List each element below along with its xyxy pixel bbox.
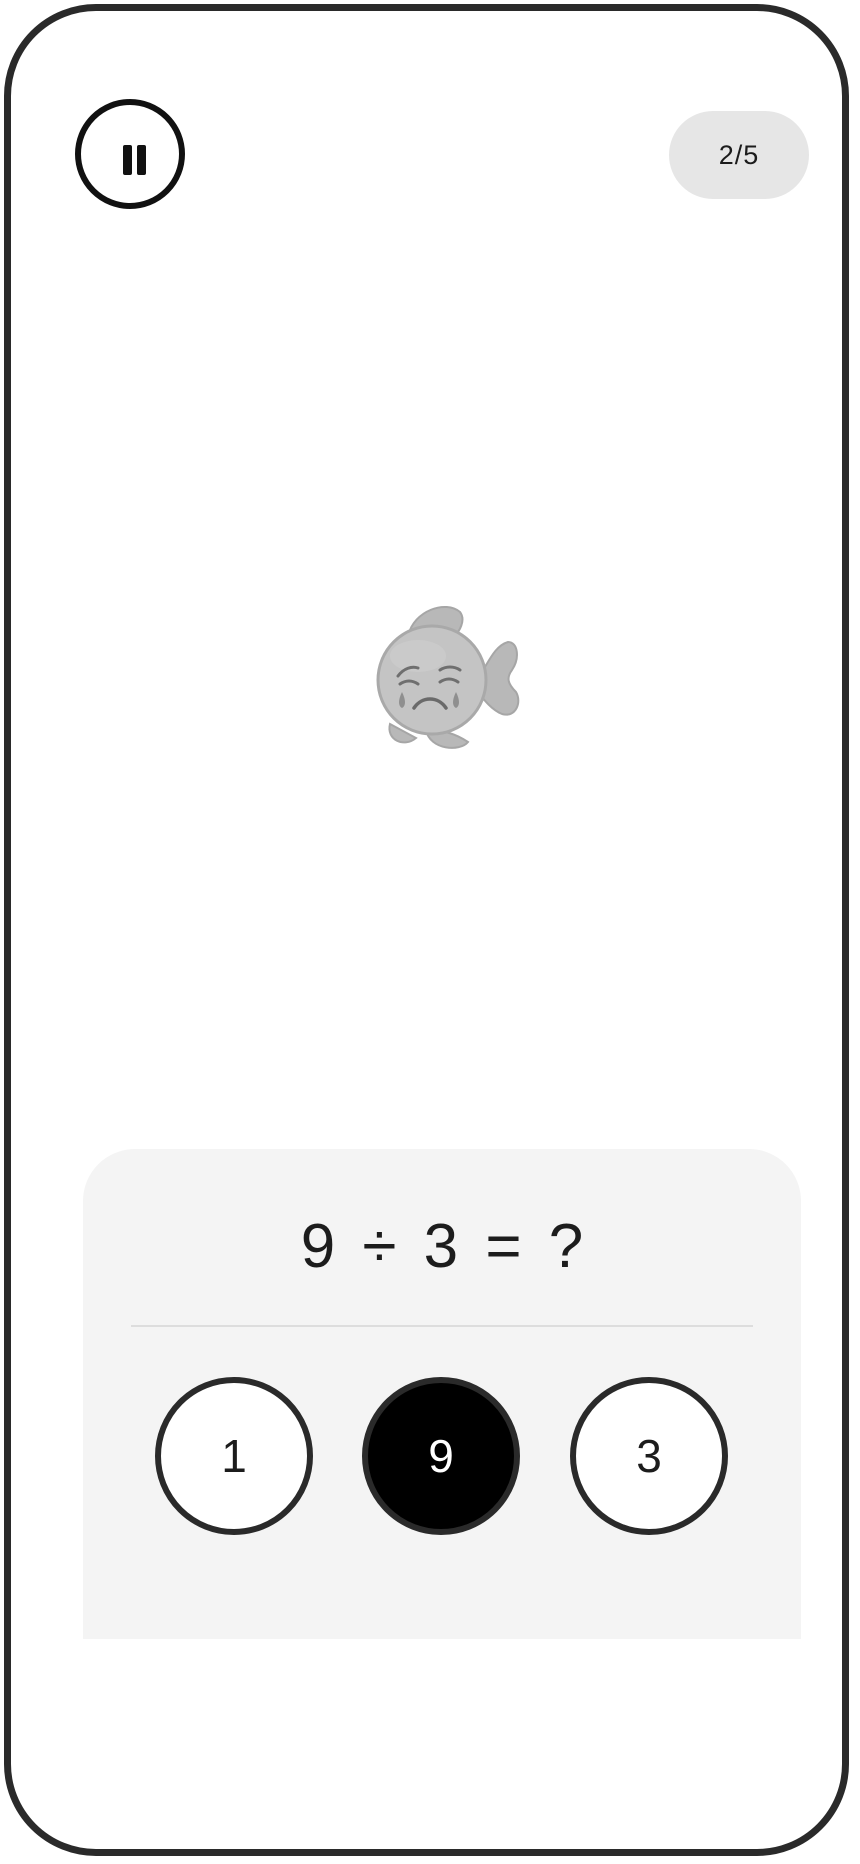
pause-button[interactable] (75, 99, 185, 209)
quiz-card: 9 ÷ 3 = ? 1 9 3 (83, 1149, 801, 1639)
sad-fish-icon (376, 606, 520, 749)
progress-indicator: 2/5 (669, 111, 809, 199)
answer-option-9[interactable]: 9 (362, 1377, 520, 1535)
pause-icon (123, 145, 132, 175)
phone-frame: 2/5 9 ÷ 3 = ? 1 9 3 (4, 4, 849, 1856)
answer-options: 1 9 3 (83, 1377, 801, 1537)
answer-option-3[interactable]: 3 (570, 1377, 728, 1535)
pause-icon-bar (137, 145, 146, 175)
divider (131, 1325, 753, 1327)
answer-option-1[interactable]: 1 (155, 1377, 313, 1535)
question-text: 9 ÷ 3 = ? (300, 1212, 584, 1281)
